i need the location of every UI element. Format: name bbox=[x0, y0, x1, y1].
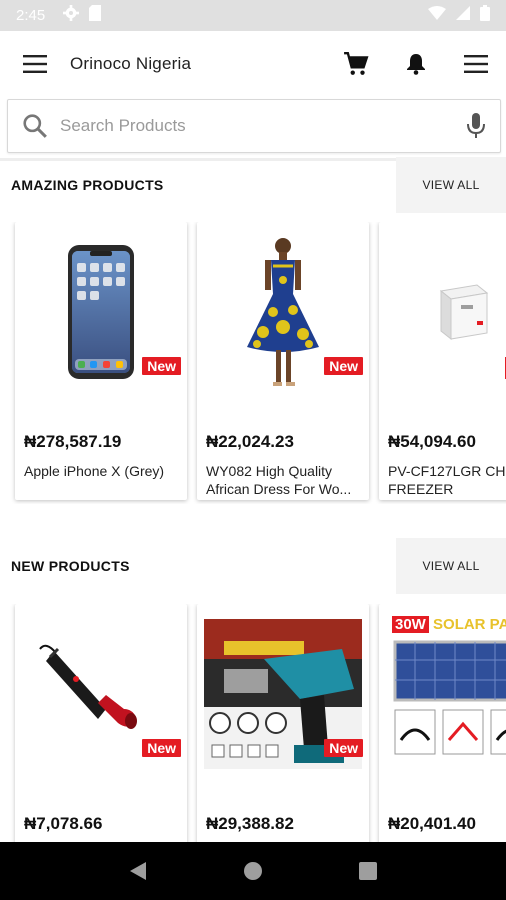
app-title: Orinoco Nigeria bbox=[70, 54, 192, 73]
navigation-menu-button[interactable] bbox=[0, 31, 70, 97]
bell-icon bbox=[407, 54, 425, 75]
product-card[interactable]: New ₦29,388.82 bbox=[197, 604, 369, 842]
product-image bbox=[379, 222, 506, 402]
new-badge: New bbox=[142, 739, 181, 757]
new-products-carousel[interactable]: New ₦7,078.66 New ₦29,388.82 30W SOLAR P… bbox=[0, 604, 506, 842]
new-badge: New bbox=[324, 739, 363, 757]
back-icon bbox=[129, 862, 146, 880]
hamburger-menu-icon bbox=[23, 55, 47, 73]
product-price: ₦54,094.60 bbox=[388, 432, 476, 451]
notifications-button[interactable] bbox=[386, 31, 446, 97]
recents-icon bbox=[359, 862, 378, 880]
product-name: Apple iPhone X (Grey) bbox=[24, 463, 165, 479]
search-bar[interactable] bbox=[7, 99, 501, 153]
app-bar: Orinoco Nigeria bbox=[0, 31, 506, 97]
signal-icon bbox=[456, 6, 470, 25]
recents-button[interactable] bbox=[348, 851, 388, 891]
cart-icon bbox=[344, 51, 369, 75]
new-products-header: NEW PRODUCTS VIEW ALL bbox=[0, 538, 506, 594]
product-name: WY082 High Quality African Dress For Wo.… bbox=[206, 463, 352, 497]
view-all-button[interactable]: VIEW ALL bbox=[396, 538, 506, 594]
product-image bbox=[15, 604, 187, 784]
battery-icon bbox=[480, 5, 490, 26]
product-price: ₦22,024.23 bbox=[206, 432, 294, 451]
view-all-button[interactable]: VIEW ALL bbox=[396, 157, 506, 213]
menu-icon bbox=[464, 55, 488, 73]
new-badge: New bbox=[142, 357, 181, 375]
product-image bbox=[197, 604, 369, 784]
section-title: AMAZING PRODUCTS bbox=[11, 177, 164, 193]
status-time: 2:45 bbox=[16, 7, 46, 24]
product-card[interactable]: ₦54,094.60 PV-CF127LGR CHE FREEZER bbox=[379, 222, 506, 500]
product-card[interactable]: 30W SOLAR PA ₦20,401.40 bbox=[379, 604, 506, 842]
home-button[interactable] bbox=[233, 851, 273, 891]
microphone-icon[interactable] bbox=[466, 112, 486, 140]
product-image bbox=[197, 222, 369, 402]
product-image-label: 30W SOLAR PA bbox=[392, 616, 506, 633]
overflow-menu-button[interactable] bbox=[446, 31, 506, 97]
product-price: ₦29,388.82 bbox=[206, 814, 294, 833]
product-card[interactable]: New ₦22,024.23 WY082 High Quality Africa… bbox=[197, 222, 369, 500]
section-title: NEW PRODUCTS bbox=[11, 558, 130, 574]
system-navigation-bar bbox=[0, 842, 506, 900]
product-image bbox=[15, 222, 187, 402]
status-bar: 2:45 bbox=[0, 0, 506, 31]
product-price: ₦20,401.40 bbox=[388, 814, 476, 833]
wifi-icon bbox=[428, 6, 446, 25]
product-card[interactable]: New ₦278,587.19 Apple iPhone X (Grey) bbox=[15, 222, 187, 500]
search-icon bbox=[22, 112, 50, 140]
new-badge: New bbox=[324, 357, 363, 375]
search-input[interactable] bbox=[60, 116, 440, 136]
home-icon bbox=[243, 862, 262, 880]
sd-card-icon bbox=[89, 5, 102, 26]
amazing-products-carousel[interactable]: New ₦278,587.19 Apple iPhone X (Grey) Ne… bbox=[0, 222, 506, 504]
product-image: 30W SOLAR PA bbox=[379, 604, 506, 784]
product-price: ₦278,587.19 bbox=[24, 432, 122, 451]
amazing-products-header: AMAZING PRODUCTS VIEW ALL bbox=[0, 157, 506, 213]
product-name: PV-CF127LGR CHE FREEZER bbox=[388, 463, 506, 497]
cart-button[interactable] bbox=[326, 31, 386, 97]
product-card[interactable]: New ₦7,078.66 bbox=[15, 604, 187, 842]
back-button[interactable] bbox=[118, 851, 158, 891]
settings-icon bbox=[63, 5, 80, 26]
product-price: ₦7,078.66 bbox=[24, 814, 103, 833]
